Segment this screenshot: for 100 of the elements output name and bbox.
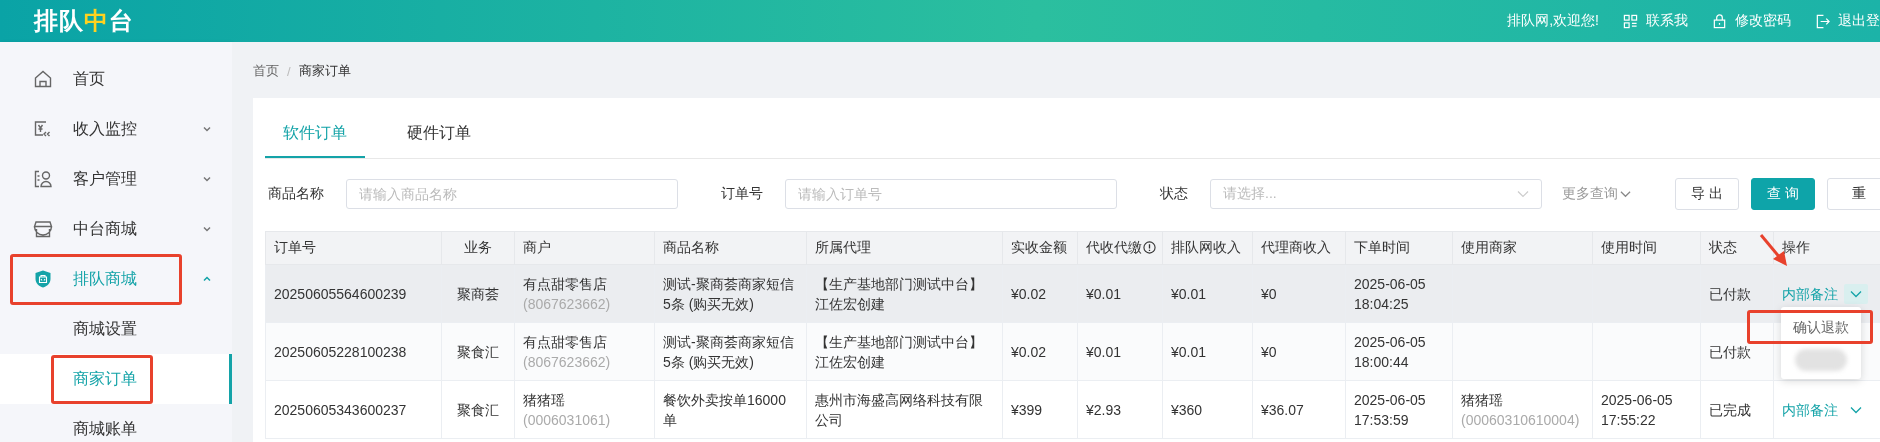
table-cell: ¥0.01 (1086, 285, 1122, 302)
chevron-down-icon (1620, 190, 1631, 198)
sidebar-label: 首页 (73, 68, 106, 89)
logo-text: 排队 (34, 6, 84, 36)
sidebar-label: 商家订单 (73, 368, 137, 389)
table-cell: 已完成 (1709, 401, 1751, 418)
column-header: 排队网收入 (1162, 231, 1253, 265)
breadcrumb-item[interactable]: 首页 (253, 62, 279, 80)
input-field[interactable]: 请输入商品名称 (346, 179, 678, 209)
column-header: 使用时间 (1592, 231, 1701, 265)
chevron-down-icon (1850, 405, 1862, 414)
table-cell: 测试-聚商荟商家短信5条 (购买无效) (663, 275, 794, 312)
table-cell: 餐饮外卖按单16000单 (663, 391, 786, 428)
sidebar-item[interactable]: 中台商城 (0, 204, 232, 254)
table-cell: 测试-聚商荟商家短信5条 (购买无效) (663, 333, 794, 370)
sidebar-subitem[interactable]: 商城账单 (0, 404, 232, 442)
logout-icon (1815, 13, 1830, 29)
sidebar-item[interactable]: 客户管理 (0, 154, 232, 204)
table-cell-text: 2025-06-05 18:04:25 (1354, 274, 1427, 314)
tab[interactable]: 软件订单 (265, 123, 365, 158)
welcome-text: 排队网,欢迎您! (1507, 12, 1599, 30)
table-cell: 20250605343600237 (274, 401, 407, 418)
column-header: 状态 (1700, 231, 1774, 265)
column-header: 代理商收入 (1252, 231, 1346, 265)
column-header: 商户 (514, 231, 655, 265)
sidebar-subitem[interactable]: 商城设置 (0, 304, 232, 354)
table-cell: ¥0.01 (1086, 343, 1122, 360)
merchant-name: 有点甜零售店 (523, 332, 608, 352)
table-cell: 【生产基地部门测试中台】江佐宏创建 (815, 275, 983, 312)
input-field[interactable]: 请输入订单号 (785, 179, 1117, 209)
merchant-name: 猪猪瑶 (523, 390, 566, 410)
home-icon (33, 69, 53, 89)
breadcrumb-item: 商家订单 (298, 62, 351, 80)
table-cell: ¥0 (1261, 343, 1277, 360)
table-cell: 聚食汇 (457, 401, 499, 418)
column-header: 使用商家 (1452, 231, 1593, 265)
grid-icon (1623, 13, 1638, 29)
column-header: 订单号 (265, 231, 442, 265)
yen-icon (33, 119, 53, 139)
table-cell-text: 2025-06-05 18:00:44 (1354, 332, 1427, 372)
table-cell: ¥399 (1011, 401, 1043, 418)
store-icon (33, 219, 53, 239)
sidebar-subitem[interactable]: 商家订单 (0, 354, 232, 404)
sidebar-label: 收入监控 (73, 118, 138, 139)
users-icon (33, 169, 53, 189)
table-cell: 惠州市海盛高网络科技有限公司 (815, 391, 983, 428)
table-cell: 20250605228100238 (274, 343, 407, 360)
column-header: 操作 (1773, 231, 1880, 265)
table-cell: ¥360 (1171, 401, 1203, 418)
column-header: 商品名称 (654, 231, 807, 265)
table-cell: ¥0 (1261, 285, 1277, 302)
breadcrumb-separator: / (287, 63, 291, 79)
filter-label: 订单号 (721, 185, 763, 203)
merchant-name: 有点甜零售店 (523, 274, 608, 294)
table-cell: ¥0.01 (1171, 343, 1207, 360)
info-icon (1143, 241, 1156, 254)
sidebar-item[interactable]: 收入监控 (0, 104, 232, 154)
table-cell: 已付款 (1709, 285, 1751, 302)
lock-icon (1712, 13, 1727, 29)
column-header: 所属代理 (806, 231, 1003, 265)
column-header: 实收金额 (1002, 231, 1078, 265)
table-cell: ¥2.93 (1086, 401, 1122, 418)
chevron-down-icon (1517, 190, 1529, 198)
sidebar-label: 中台商城 (73, 218, 138, 239)
sidebar-label: 客户管理 (73, 168, 138, 189)
column-header: 业务 (441, 231, 515, 265)
merchant-id: (8067623662) (523, 294, 612, 314)
column-header: 下单时间 (1345, 231, 1453, 265)
sidebar-label: 排队商城 (73, 268, 138, 289)
dropdown-toggle[interactable] (1844, 283, 1868, 304)
table-cell: 已付款 (1709, 343, 1751, 360)
sidebar-item[interactable]: 首页 (0, 54, 232, 104)
column-header: 代收代缴 (1077, 231, 1163, 265)
table-cell-text: 2025-06-05 17:53:59 (1354, 390, 1427, 430)
shield-icon (33, 269, 53, 289)
filter-label: 状态 (1160, 185, 1188, 203)
sidebar-label: 商城账单 (73, 418, 137, 439)
merchant-id: (8067623662) (523, 352, 612, 372)
table-row[interactable]: 20250605343600237 聚食汇 猪猪瑶 (0006031061) 餐饮外卖按单16000单 惠州市海盛高网络科技有限公司 ¥399 ¥2.93 ¥360 ¥36.07 2025-06-05 17:53:59 猪猪瑶 (00060310610004) 2025-06-05 17:55:22 已完成 内部备注 (265, 380, 1880, 439)
sidebar-label: 商城设置 (73, 318, 137, 339)
table-cell: 聚食汇 (457, 343, 499, 360)
table-cell: ¥0.01 (1171, 285, 1207, 302)
action-button[interactable]: 导 出 (1675, 178, 1739, 210)
internal-note-link[interactable]: 内部备注 (1782, 399, 1838, 420)
filter-label: 商品名称 (268, 185, 324, 203)
chevron-down-icon (1850, 289, 1862, 298)
table-cell-text: 2025-06-05 17:55:22 (1601, 390, 1674, 430)
merchant-name: 猪猪瑶 (1461, 390, 1504, 410)
table-cell: ¥0.02 (1011, 285, 1047, 302)
table-cell: ¥0.02 (1011, 343, 1047, 360)
table-cell: ¥36.07 (1261, 401, 1304, 418)
table-cell: 聚商荟 (457, 285, 499, 302)
table-cell: 【生产基地部门测试中台】江佐宏创建 (815, 333, 983, 370)
logo-text: 中 (84, 6, 109, 36)
logo-text: 台 (109, 6, 134, 36)
merchant-id: (00060310610004) (1461, 410, 1581, 430)
table-cell: 20250605564600239 (274, 285, 407, 302)
action-button[interactable]: 重 (1827, 178, 1880, 210)
tab[interactable]: 硬件订单 (389, 123, 489, 158)
merchant-id: (0006031061) (523, 410, 612, 430)
